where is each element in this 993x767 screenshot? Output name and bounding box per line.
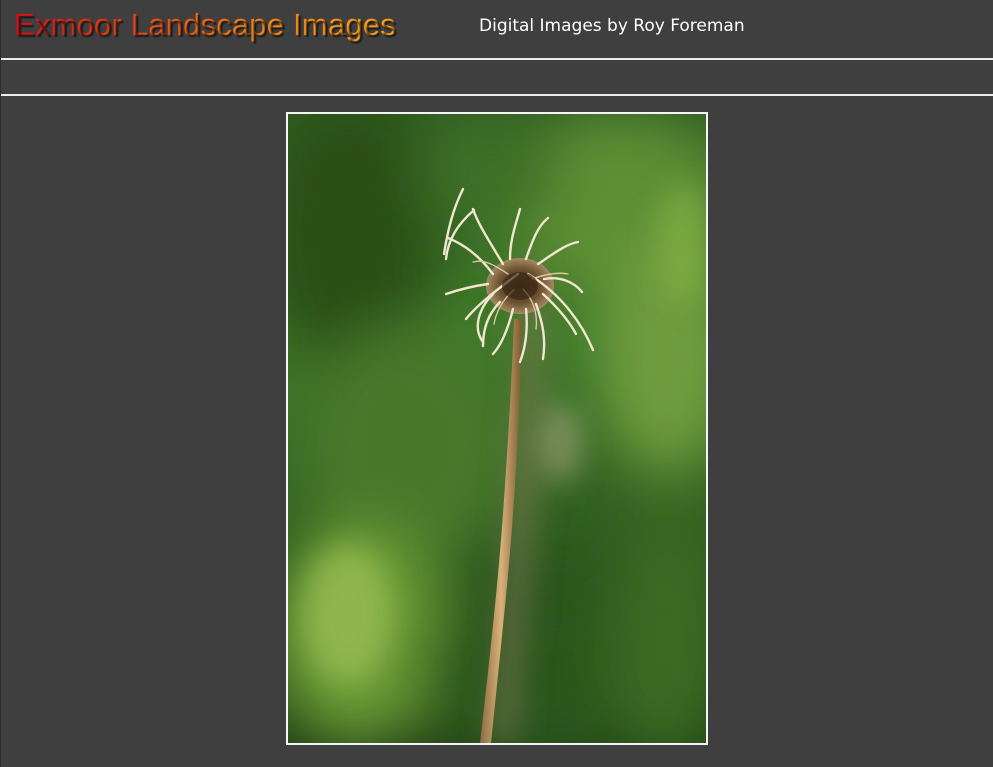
page: Exmoor Landscape Images Digital Images b… [0, 0, 993, 767]
nav-divider [1, 94, 993, 96]
site-title-text: Exmoor Landscape Images [14, 7, 396, 42]
seed-head-photo [288, 114, 706, 743]
site-header: Exmoor Landscape Images Digital Images b… [1, 0, 993, 59]
site-title[interactable]: Exmoor Landscape Images [14, 7, 396, 43]
main-photo[interactable] [286, 112, 708, 745]
nav-bar [1, 60, 993, 94]
site-subtitle: Digital Images by Roy Foreman [479, 16, 745, 36]
